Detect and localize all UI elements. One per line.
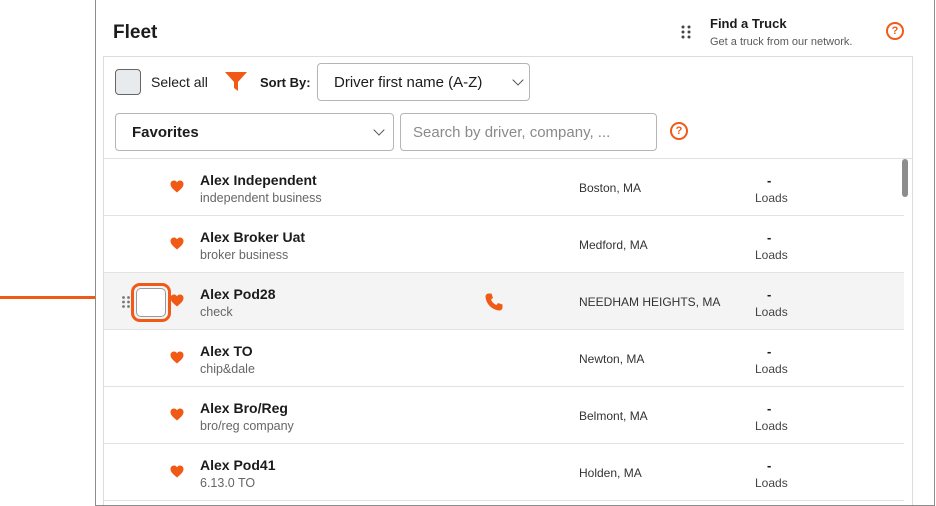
- heart-icon[interactable]: [170, 408, 184, 421]
- favorites-value: Favorites: [132, 124, 199, 141]
- phone-icon[interactable]: [484, 292, 504, 312]
- filter-funnel-icon[interactable]: [224, 71, 248, 93]
- drag-handle-icon[interactable]: [680, 24, 692, 40]
- fleet-list-card: Select all Sort By: Driver first name (A…: [103, 56, 913, 505]
- loads-label: Loads: [755, 248, 788, 262]
- list-item[interactable]: Alex TO chip&dale Newton, MA - Loads: [104, 330, 904, 387]
- driver-company: check: [200, 305, 233, 319]
- heart-icon[interactable]: [170, 294, 184, 307]
- driver-list: Alex Independent independent business Bo…: [104, 158, 912, 505]
- driver-name: Alex Broker Uat: [200, 229, 306, 245]
- callout-arrow-line: [0, 296, 104, 299]
- heart-icon[interactable]: [170, 180, 184, 193]
- sort-by-value: Driver first name (A-Z): [334, 74, 483, 91]
- driver-company: 6.13.0 TO: [200, 476, 256, 490]
- help-icon[interactable]: ?: [886, 22, 904, 40]
- list-item[interactable]: Alex Bro/Reg bro/reg company Belmont, MA…: [104, 387, 904, 444]
- driver-location: Belmont, MA: [579, 409, 648, 423]
- loads-count: -: [767, 458, 772, 473]
- driver-name: Alex Bro/Reg: [200, 400, 288, 416]
- list-item-hovered[interactable]: Alex Pod28 check NEEDHAM HEIGHTS, MA - L…: [104, 273, 904, 330]
- loads-count: -: [767, 173, 772, 188]
- heart-icon[interactable]: [170, 237, 184, 250]
- list-item[interactable]: Alex Broker Uat broker business Medford,…: [104, 216, 904, 273]
- list-scrollbar[interactable]: [902, 159, 908, 197]
- driver-company: independent business: [200, 191, 322, 205]
- drag-handle-icon[interactable]: [121, 295, 131, 309]
- page-title: Fleet: [113, 22, 158, 43]
- loads-label: Loads: [755, 191, 788, 205]
- driver-name: Alex TO: [200, 343, 253, 359]
- favorites-select[interactable]: Favorites: [115, 113, 394, 151]
- search-input[interactable]: [400, 113, 657, 151]
- driver-location: Newton, MA: [579, 352, 645, 366]
- screenshot-stage: Fleet Find a Truck Get a truck from our …: [0, 0, 936, 506]
- driver-company: broker business: [200, 248, 289, 262]
- chevron-down-icon: [512, 74, 524, 86]
- find-truck-title[interactable]: Find a Truck: [710, 16, 787, 31]
- select-all-label: Select all: [151, 74, 208, 90]
- loads-count: -: [767, 401, 772, 416]
- loads-count: -: [767, 287, 772, 302]
- select-all-checkbox[interactable]: [115, 69, 141, 95]
- fleet-panel: Fleet Find a Truck Get a truck from our …: [95, 0, 935, 506]
- loads-label: Loads: [755, 305, 788, 319]
- driver-name: Alex Pod28: [200, 286, 276, 302]
- find-truck-subtitle: Get a truck from our network.: [710, 36, 853, 48]
- loads-label: Loads: [755, 362, 788, 376]
- heart-icon[interactable]: [170, 351, 184, 364]
- loads-count: -: [767, 230, 772, 245]
- search-help-icon[interactable]: ?: [670, 122, 688, 140]
- panel-header: Fleet Find a Truck Get a truck from our …: [96, 0, 934, 56]
- loads-label: Loads: [755, 419, 788, 433]
- driver-company: bro/reg company: [200, 419, 294, 433]
- driver-company: chip&dale: [200, 362, 255, 376]
- list-item[interactable]: Alex Pod41 6.13.0 TO Holden, MA - Loads: [104, 444, 904, 501]
- loads-count: -: [767, 344, 772, 359]
- loads-label: Loads: [755, 476, 788, 490]
- driver-name: Alex Independent: [200, 172, 317, 188]
- driver-location: Holden, MA: [579, 466, 642, 480]
- list-item[interactable]: Alex Independent independent business Bo…: [104, 159, 904, 216]
- chevron-down-icon: [373, 124, 385, 136]
- sort-by-select[interactable]: Driver first name (A-Z): [317, 63, 530, 101]
- driver-name: Alex Pod41: [200, 457, 276, 473]
- heart-icon[interactable]: [170, 465, 184, 478]
- sort-by-label: Sort By:: [260, 75, 311, 90]
- highlight-ring: [131, 283, 171, 322]
- driver-location: NEEDHAM HEIGHTS, MA: [579, 295, 721, 309]
- driver-location: Medford, MA: [579, 238, 648, 252]
- driver-location: Boston, MA: [579, 181, 642, 195]
